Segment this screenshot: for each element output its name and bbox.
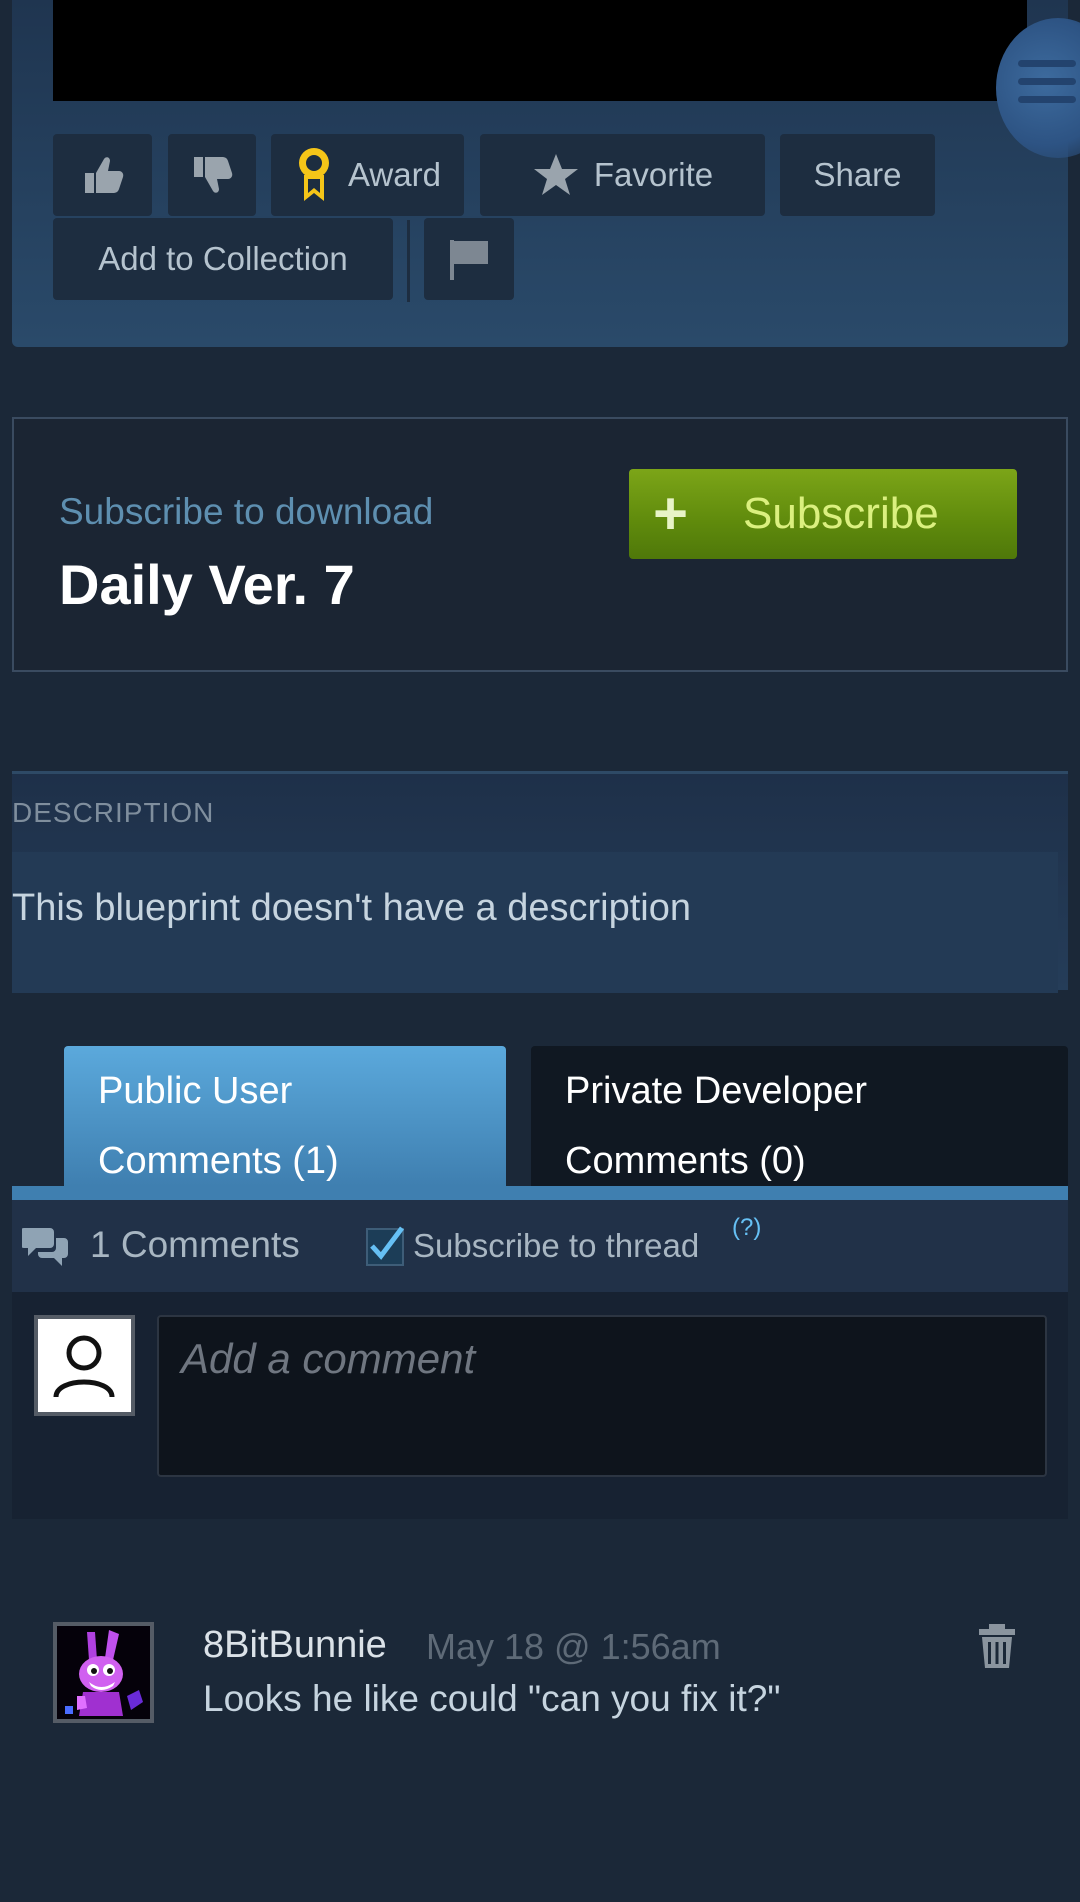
- comments-count: 1 Comments: [90, 1224, 300, 1265]
- subscribe-button-label: Subscribe: [743, 489, 939, 538]
- description-text: This blueprint doesn't have a descriptio…: [12, 887, 691, 929]
- award-label: Award: [348, 156, 441, 193]
- description-section: DESCRIPTION This blueprint doesn't have …: [12, 771, 1068, 993]
- item-title: Daily Ver. 7: [59, 553, 355, 616]
- add-to-collection-button[interactable]: Add to Collection: [53, 218, 393, 300]
- menu-icon: [1018, 60, 1076, 67]
- share-button[interactable]: Share: [780, 134, 935, 216]
- subscribe-thread-checkbox[interactable]: [366, 1226, 404, 1266]
- comment-avatar[interactable]: [53, 1622, 154, 1723]
- comment-entry-area: [12, 1292, 1068, 1519]
- favorite-label: Favorite: [593, 156, 714, 193]
- help-link[interactable]: (?): [732, 1214, 761, 1242]
- tab-label-line1: Public User: [98, 1070, 293, 1112]
- subscribe-thread-label[interactable]: Subscribe to thread: [413, 1227, 699, 1265]
- comments-icon: [22, 1228, 68, 1266]
- tab-public-comments[interactable]: Public User Comments (1): [64, 1046, 506, 1186]
- comment-author[interactable]: 8BitBunnie: [203, 1624, 387, 1667]
- add-to-collection-label: Add to Collection: [98, 240, 348, 277]
- media-preview[interactable]: [53, 0, 1027, 101]
- award-icon: [299, 148, 330, 201]
- thumbs-up-button[interactable]: [53, 134, 152, 216]
- trash-icon: [979, 1624, 1015, 1668]
- menu-icon-line: [1018, 96, 1076, 103]
- thumbs-down-icon: [194, 157, 233, 193]
- tab-private-comments[interactable]: Private Developer Comments (0): [531, 1046, 1068, 1186]
- tab-label-line1: Private Developer: [565, 1070, 868, 1112]
- favorite-button[interactable]: Favorite: [480, 134, 765, 216]
- comments-header: 1 Comments Subscribe to thread (?): [12, 1200, 1068, 1292]
- checkmark-icon: [370, 1226, 404, 1260]
- tab-underline: [12, 1186, 1068, 1200]
- subscribe-panel: Subscribe to download Daily Ver. 7 + Sub…: [12, 417, 1068, 672]
- subscribe-caption: Subscribe to download: [59, 491, 434, 532]
- comment-item: 8BitBunnie May 18 @ 1:56am Looks he like…: [53, 1622, 1033, 1732]
- award-button[interactable]: Award: [271, 134, 464, 216]
- divider: [407, 220, 410, 302]
- share-label: Share: [813, 156, 902, 193]
- delete-comment-button[interactable]: [975, 1622, 1019, 1670]
- user-icon: [53, 1335, 115, 1398]
- avatar: [34, 1315, 135, 1416]
- comment-input[interactable]: [157, 1315, 1047, 1477]
- star-icon: [533, 154, 578, 195]
- bunny-avatar-icon: [57, 1626, 150, 1719]
- comment-text: Looks he like could "can you fix it?": [203, 1678, 781, 1719]
- description-header: DESCRIPTION: [12, 797, 215, 828]
- subscribe-button[interactable]: + Subscribe: [629, 469, 1017, 559]
- plus-icon: +: [653, 480, 689, 547]
- thumbs-down-button[interactable]: [168, 134, 256, 216]
- report-button[interactable]: [424, 218, 514, 300]
- thumbs-up-icon: [84, 157, 123, 193]
- flag-icon: [450, 240, 488, 280]
- menu-icon-line: [1018, 78, 1076, 85]
- comment-timestamp: May 18 @ 1:56am: [426, 1626, 721, 1667]
